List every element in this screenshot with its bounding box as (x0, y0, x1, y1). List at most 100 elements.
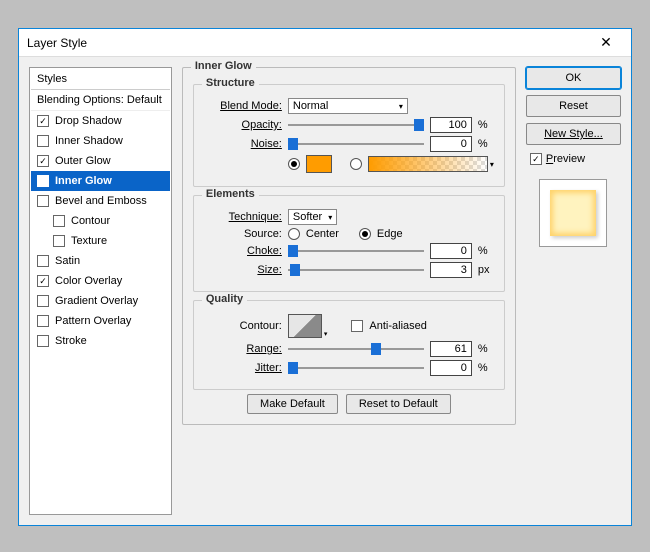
sidebar-item-texture[interactable]: Texture (31, 231, 170, 251)
source-edge-radio[interactable] (359, 228, 371, 240)
sidebar-item-satin[interactable]: Satin (31, 251, 170, 271)
chevron-down-icon: ▾ (399, 102, 403, 111)
sidebar-item-bevel-and-emboss[interactable]: Bevel and Emboss (31, 191, 170, 211)
technique-value: Softer (293, 211, 322, 223)
noise-slider[interactable] (288, 137, 424, 151)
sidebar-item-contour[interactable]: Contour (31, 211, 170, 231)
sidebar-item-label: Texture (71, 235, 107, 247)
size-unit: px (478, 264, 494, 276)
size-label: Size: (204, 264, 282, 276)
sidebar-item-label: Contour (71, 215, 110, 227)
range-slider[interactable] (288, 342, 424, 356)
sidebar-checkbox[interactable] (37, 155, 49, 167)
reset-button[interactable]: Reset (526, 95, 621, 117)
preview-thumbnail (539, 179, 607, 247)
source-label: Source: (204, 228, 282, 240)
sidebar-item-label: Color Overlay (55, 275, 122, 287)
choke-input[interactable]: 0 (430, 243, 472, 259)
chevron-down-icon: ▾ (328, 213, 332, 222)
styles-sidebar: Styles Blending Options: Default Drop Sh… (29, 67, 172, 515)
make-default-button[interactable]: Make Default (247, 394, 338, 414)
jitter-input[interactable]: 0 (430, 360, 472, 376)
blend-mode-label: Blend Mode: (204, 100, 282, 112)
layer-style-dialog: Layer Style ✕ Styles Blending Options: D… (18, 28, 632, 526)
sidebar-blending-options[interactable]: Blending Options: Default (31, 90, 170, 111)
gradient-radio[interactable] (350, 158, 362, 170)
sidebar-checkbox[interactable] (37, 315, 49, 327)
sidebar-item-inner-glow[interactable]: Inner Glow (31, 171, 170, 191)
sidebar-item-label: Inner Glow (55, 175, 112, 187)
range-label: Range: (204, 343, 282, 355)
sidebar-item-pattern-overlay[interactable]: Pattern Overlay (31, 311, 170, 331)
panel-title: Inner Glow (191, 60, 256, 72)
color-radio[interactable] (288, 158, 300, 170)
preview-label: Preview (546, 153, 585, 165)
chevron-down-icon: ▾ (490, 160, 494, 169)
window-title: Layer Style (27, 36, 589, 50)
sidebar-checkbox[interactable] (37, 135, 49, 147)
sidebar-item-drop-shadow[interactable]: Drop Shadow (31, 111, 170, 131)
sidebar-item-label: Satin (55, 255, 80, 267)
opacity-unit: % (478, 119, 494, 131)
sidebar-checkbox[interactable] (37, 295, 49, 307)
sidebar-checkbox[interactable] (53, 215, 65, 227)
choke-slider[interactable] (288, 244, 424, 258)
quality-fieldset: Quality Contour: ▾ Anti-aliased Range: 6 (193, 300, 505, 390)
range-input[interactable]: 61 (430, 341, 472, 357)
close-icon[interactable]: ✕ (589, 29, 623, 57)
elements-fieldset: Elements Technique: Softer ▾ Source: Cen… (193, 195, 505, 292)
sidebar-item-label: Bevel and Emboss (55, 195, 147, 207)
noise-input[interactable]: 0 (430, 136, 472, 152)
sidebar-checkbox[interactable] (37, 195, 49, 207)
gradient-picker[interactable]: ▾ (368, 156, 494, 172)
new-style-button[interactable]: New Style... (526, 123, 621, 145)
range-unit: % (478, 343, 494, 355)
blend-mode-value: Normal (293, 100, 328, 112)
contour-picker[interactable]: ▾ (288, 314, 330, 338)
new-style-label: New Style... (544, 128, 603, 140)
source-center-radio[interactable] (288, 228, 300, 240)
sidebar-header[interactable]: Styles (31, 69, 170, 90)
sidebar-checkbox[interactable] (37, 175, 49, 187)
size-slider[interactable] (288, 263, 424, 277)
noise-label: Noise: (204, 138, 282, 150)
source-center-label: Center (306, 228, 339, 240)
size-input[interactable]: 3 (430, 262, 472, 278)
sidebar-checkbox[interactable] (53, 235, 65, 247)
anti-aliased-label: Anti-aliased (369, 320, 426, 332)
structure-fieldset: Structure Blend Mode: Normal ▾ Opacity: … (193, 84, 505, 187)
opacity-label: Opacity: (204, 119, 282, 131)
preview-checkbox[interactable] (530, 153, 542, 165)
sidebar-item-label: Outer Glow (55, 155, 111, 167)
sidebar-checkbox[interactable] (37, 255, 49, 267)
sidebar-item-label: Drop Shadow (55, 115, 122, 127)
elements-legend: Elements (202, 188, 259, 200)
structure-legend: Structure (202, 77, 259, 89)
sidebar-item-gradient-overlay[interactable]: Gradient Overlay (31, 291, 170, 311)
color-swatch[interactable] (306, 155, 332, 173)
sidebar-checkbox[interactable] (37, 115, 49, 127)
sidebar-checkbox[interactable] (37, 275, 49, 287)
jitter-slider[interactable] (288, 361, 424, 375)
contour-thumb (288, 314, 322, 338)
anti-aliased-checkbox[interactable] (351, 320, 363, 332)
sidebar-item-label: Inner Shadow (55, 135, 123, 147)
opacity-input[interactable]: 100 (430, 117, 472, 133)
sidebar-checkbox[interactable] (37, 335, 49, 347)
settings-panel: Inner Glow Structure Blend Mode: Normal … (182, 67, 516, 515)
quality-legend: Quality (202, 293, 247, 305)
reset-to-default-button[interactable]: Reset to Default (346, 394, 451, 414)
sidebar-item-outer-glow[interactable]: Outer Glow (31, 151, 170, 171)
opacity-slider[interactable] (288, 118, 424, 132)
ok-button[interactable]: OK (526, 67, 621, 89)
sidebar-item-color-overlay[interactable]: Color Overlay (31, 271, 170, 291)
blend-mode-select[interactable]: Normal ▾ (288, 98, 408, 114)
jitter-label: Jitter: (204, 362, 282, 374)
sidebar-item-label: Pattern Overlay (55, 315, 131, 327)
contour-label: Contour: (204, 320, 282, 332)
sidebar-item-inner-shadow[interactable]: Inner Shadow (31, 131, 170, 151)
technique-select[interactable]: Softer ▾ (288, 209, 337, 225)
dialog-buttons: OK Reset New Style... Preview (526, 67, 621, 515)
sidebar-item-stroke[interactable]: Stroke (31, 331, 170, 351)
sidebar-item-label: Stroke (55, 335, 87, 347)
